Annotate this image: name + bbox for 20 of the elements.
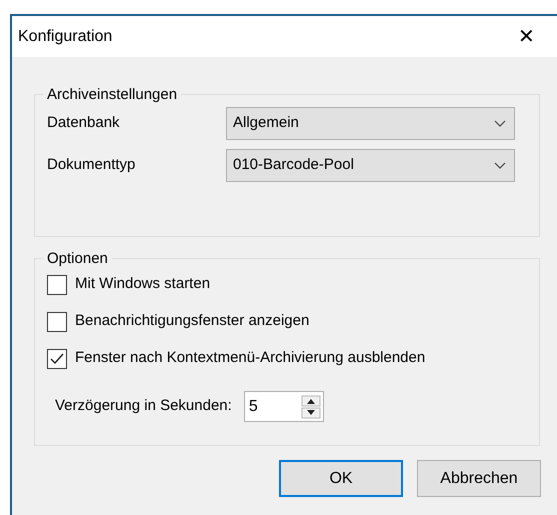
dialog-button[interactable]: OK [279, 460, 403, 497]
checkbox-label: Benachrichtigungsfenster anzeigen [75, 311, 310, 332]
group-title: Optionen [46, 251, 109, 266]
checkbox[interactable] [47, 348, 67, 368]
group-title: Archiveinstellungen [46, 87, 178, 102]
chevron-down-icon [494, 120, 506, 126]
dialog-button[interactable]: Abbrechen [417, 460, 541, 497]
close-button[interactable]: ✕ [510, 26, 543, 46]
dropdown[interactable]: Allgemein [226, 106, 515, 140]
field-label: Verzögerung in Sekunden: [55, 396, 232, 416]
window-title: Konfiguration [18, 26, 112, 46]
field-label: Dokumenttyp [47, 154, 136, 175]
dropdown[interactable]: 010-Barcode-Pool [226, 148, 515, 182]
checkbox-label: Fenster nach Kontextmenü-Archivierung ausblenden [75, 348, 426, 368]
checkbox[interactable] [47, 274, 67, 294]
field-label: Datenbank [47, 112, 121, 133]
checkbox-label: Mit Windows starten [75, 274, 210, 294]
checkbox[interactable] [47, 312, 67, 332]
chevron-down-icon [494, 162, 506, 168]
checkmark-icon [50, 352, 64, 364]
